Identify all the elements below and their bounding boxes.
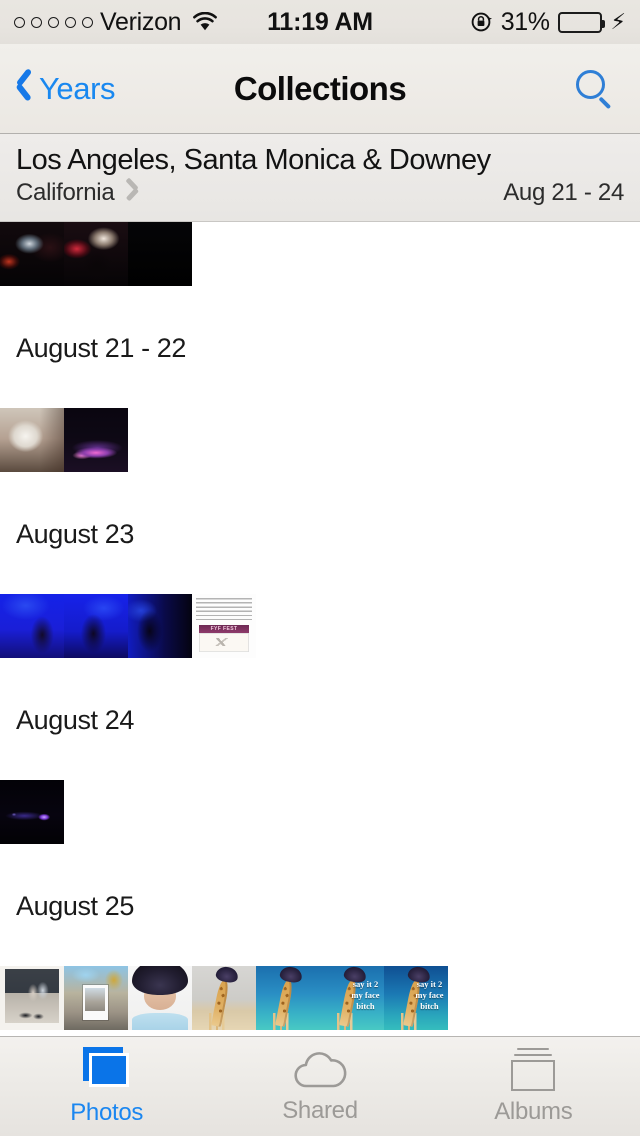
cloud-icon	[291, 1049, 349, 1091]
signal-dot	[31, 16, 42, 28]
screenshot-text-lines	[196, 598, 252, 620]
photo-thumbnail-giraffe-hat-blue[interactable]	[256, 966, 320, 1030]
photo-row	[0, 408, 640, 472]
photo-thumbnail-blue-stage-3[interactable]	[128, 594, 192, 658]
section-heading: August 21 - 22	[16, 333, 187, 363]
photo-row	[0, 222, 640, 286]
section-heading: August 24	[16, 705, 134, 735]
photo-row: say it 2 my face bitch say it 2 my face …	[0, 966, 640, 1030]
photo-thumbnail-night-stage-purple[interactable]	[0, 780, 64, 844]
photo-thumbnail-giraffe-hat-gray[interactable]	[192, 966, 256, 1030]
fyf-fest-banner: FYF FEST	[199, 625, 249, 633]
photo-thumbnail-bucket-hat-selfie[interactable]	[128, 966, 192, 1030]
albums-book-icon	[510, 1047, 556, 1092]
shirt-shape	[131, 1013, 189, 1030]
search-button[interactable]	[574, 69, 640, 109]
photo-inner-art	[5, 969, 59, 1023]
navigation-bar: Years Collections	[0, 44, 640, 134]
status-bar-right: 31% ⚡	[471, 8, 626, 37]
carrier-label: Verizon	[100, 7, 182, 36]
tab-photos-label: Photos	[70, 1098, 144, 1126]
tab-shared[interactable]: Shared	[213, 1037, 426, 1136]
fyf-fest-map-graphic	[199, 633, 249, 652]
photo-thumbnail-concert-crowd-screen[interactable]	[0, 222, 64, 286]
photo-thumbnail-giraffe-hat-blue-text[interactable]: say it 2 my face bitch	[320, 966, 384, 1030]
collection-location: California	[16, 179, 115, 207]
status-bar: Verizon 11:19 AM 31% ⚡	[0, 0, 640, 44]
signal-strength-dots	[14, 16, 93, 28]
back-button[interactable]: Years	[0, 70, 116, 107]
photo-thumbnail-giraffe-hat-blue-dark-text[interactable]: say it 2 my face bitch	[384, 966, 448, 1030]
collection-header[interactable]: Los Angeles, Santa Monica & Downey Calif…	[0, 134, 640, 222]
giraffe-neck	[211, 980, 230, 1028]
collection-subtitle-row: California Aug 21 - 24	[16, 179, 624, 207]
collections-scroll-view[interactable]: August 21 - 22 August 23 FYF FEST August…	[0, 222, 640, 1036]
tab-albums[interactable]: Albums	[427, 1037, 640, 1136]
status-bar-left: Verizon	[14, 7, 218, 36]
fyf-fest-banner-label: FYF FEST	[210, 626, 238, 632]
battery-icon	[557, 11, 605, 33]
signal-dot	[48, 16, 59, 28]
rotation-lock-icon	[471, 11, 493, 33]
wifi-icon	[192, 11, 218, 32]
photo-thumbnail-pavement-people[interactable]	[0, 966, 64, 1030]
collection-date-range: Aug 21 - 24	[503, 179, 624, 207]
chevron-right-icon[interactable]	[127, 183, 139, 203]
photo-thumbnail-black-frame[interactable]	[128, 222, 192, 286]
signal-dot	[14, 16, 25, 28]
photo-thumbnail-fyf-fest-map-screenshot[interactable]: FYF FEST	[192, 594, 256, 658]
back-button-label: Years	[39, 70, 116, 106]
photo-thumbnail-blue-stage-1[interactable]	[0, 594, 64, 658]
collection-title: Los Angeles, Santa Monica & Downey	[16, 144, 491, 176]
tab-bar: Photos Shared Albums	[0, 1036, 640, 1136]
giraffe-neck	[275, 980, 294, 1028]
photo-thumbnail-blue-stage-2[interactable]	[64, 594, 128, 658]
battery-percent-label: 31%	[500, 7, 550, 36]
tab-shared-label: Shared	[282, 1096, 358, 1124]
meme-caption: say it 2 my face bitch	[351, 978, 380, 1011]
photo-thumbnail-concert-silhouette[interactable]	[64, 222, 128, 286]
photo-row	[0, 780, 640, 844]
photo-thumbnail-stage-pink-lights[interactable]	[64, 408, 128, 472]
search-icon	[574, 69, 614, 109]
signal-dot	[82, 16, 93, 28]
bucket-hat-shape	[131, 966, 189, 996]
battery-cap	[601, 19, 605, 28]
chevron-left-icon	[16, 74, 33, 103]
photo-thumbnail-white-bucket-cup[interactable]	[0, 408, 64, 472]
clock: 11:19 AM	[267, 7, 373, 36]
photos-stack-icon	[81, 1046, 133, 1093]
meme-caption: say it 2 my face bitch	[415, 978, 444, 1011]
tab-photos[interactable]: Photos	[0, 1037, 213, 1136]
section-heading: August 25	[16, 891, 134, 921]
lightning-bolt-icon: ⚡	[610, 9, 626, 34]
polaroid-overlay	[83, 985, 108, 1020]
signal-dot	[65, 16, 76, 28]
photo-row: FYF FEST	[0, 594, 640, 658]
tab-albums-label: Albums	[494, 1097, 573, 1125]
section-heading: August 23	[16, 519, 134, 549]
photo-thumbnail-outdoor-crowd-polaroid[interactable]	[64, 966, 128, 1030]
